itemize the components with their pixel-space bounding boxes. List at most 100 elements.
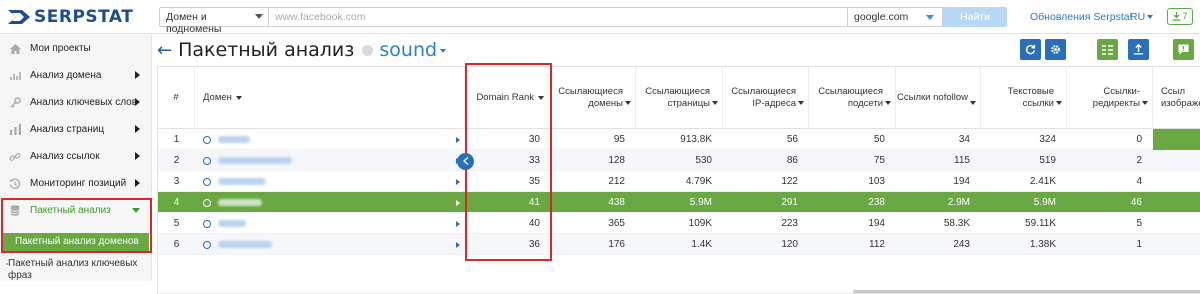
num-cell: 5 (173, 218, 180, 229)
sidebar-item-link-analysis[interactable]: Анализ ссылок (0, 143, 152, 170)
external-link-icon[interactable] (203, 240, 211, 249)
external-link-icon[interactable] (203, 177, 211, 186)
external-link-icon[interactable] (203, 156, 211, 165)
help-icon[interactable] (362, 44, 374, 56)
gear-icon (1051, 45, 1060, 54)
table-row[interactable]: 6 36 176 1.4K 120 112 243 1.38K 1 (158, 234, 1200, 255)
page-title: ← Пакетный анализ sound (157, 38, 447, 62)
main-content: ← Пакетный анализ sound # Домен Domain R… (152, 35, 1200, 294)
external-link-icon[interactable] (203, 135, 211, 144)
nofollow-cell: 34 (958, 134, 970, 145)
downloads-button[interactable]: 7 (1167, 8, 1193, 25)
redirects-cell: 5 (1136, 218, 1142, 229)
column-header-label: Ссылающиеся страницы (645, 86, 710, 109)
expand-row-icon[interactable] (456, 137, 460, 143)
column-header-ref-domains[interactable]: Ссылающиеся домены (551, 67, 636, 129)
sidebar-item-label: Анализ домена (30, 70, 102, 81)
column-header-label: Текстовые ссылки (1007, 86, 1054, 109)
column-header-image-links[interactable]: Ссыл изображе (1153, 67, 1200, 129)
ref-pages-cell: 5.9M (689, 197, 712, 208)
table-row[interactable]: 3 35 212 4.79K 122 103 194 2.41K 4 (158, 171, 1200, 192)
blurred-domain[interactable] (218, 199, 262, 206)
search-input[interactable] (269, 7, 848, 27)
search-type-select[interactable]: Домен и подномены (159, 7, 269, 35)
sort-icon (1142, 101, 1148, 105)
feedback-button[interactable] (1173, 39, 1194, 60)
sidebar-item-domain-analysis[interactable]: Анализ домена (0, 62, 152, 89)
column-header-ref-subnets[interactable]: Ссылающиеся подсети (809, 67, 896, 129)
blurred-domain[interactable] (218, 157, 292, 164)
expand-row-icon[interactable] (456, 242, 460, 248)
blurred-domain[interactable] (218, 136, 250, 143)
horizontal-scrollbar[interactable] (853, 290, 1200, 293)
column-header-label: Ссыл изображе (1161, 86, 1200, 109)
language-select[interactable]: RU (1130, 11, 1154, 23)
search-type-label: Домен и подномены (166, 11, 222, 35)
column-header-label: Ссылающиеся IP-адреса (731, 86, 796, 109)
refresh-button[interactable] (1020, 39, 1041, 60)
keyword-select[interactable]: sound (379, 39, 447, 61)
highlight-frame-domain-rank (465, 63, 552, 261)
message-icon (1178, 44, 1189, 55)
nofollow-cell: 58.3K (943, 218, 970, 229)
back-arrow-icon[interactable]: ← (157, 40, 172, 61)
domain-cell (195, 171, 465, 192)
sidebar-item-page-analysis[interactable]: Анализ страниц (0, 116, 152, 143)
bullet-icon (6, 263, 8, 265)
column-header-label: Ссылающиеся подсети (818, 86, 883, 109)
sidebar-item-label: Анализ ссылок (30, 151, 100, 162)
collapse-column-icon[interactable] (457, 153, 474, 170)
logo-text: SERPSTAT (34, 7, 134, 27)
external-link-icon[interactable] (203, 219, 211, 228)
chevron-down-icon (926, 15, 934, 20)
expand-row-icon[interactable] (456, 221, 460, 227)
domain-cell (195, 213, 465, 234)
column-header-ref-pages[interactable]: Ссылающиеся страницы (636, 67, 723, 129)
text-links-cell: 519 (1039, 155, 1056, 166)
chevron-right-icon (135, 152, 140, 160)
results-table: # Домен Domain Rank Ссылающиеся домены С… (157, 66, 1200, 294)
column-header-label: Ссылки-редиректы (1092, 86, 1140, 109)
expand-row-icon[interactable] (456, 200, 460, 206)
table-row[interactable]: 1 30 95 913.8K 56 50 34 324 0 (158, 129, 1200, 150)
redirects-cell: 4 (1136, 176, 1142, 187)
table-header: # Домен Domain Rank Ссылающиеся домены С… (158, 67, 1200, 129)
sidebar-item-rank-tracking[interactable]: Мониторинг позиций (0, 170, 152, 197)
sort-icon (235, 96, 242, 100)
blurred-domain[interactable] (218, 220, 246, 227)
column-header-domain[interactable]: Домен (195, 67, 465, 129)
column-header-number: # (158, 67, 195, 129)
blurred-domain[interactable] (218, 241, 272, 248)
table-row[interactable]: 2 33 128 530 86 75 115 519 2 (158, 150, 1200, 171)
table-row[interactable]: 4 41 438 5.9M 291 238 2.9M 5.9M 46 (158, 192, 1200, 213)
updates-link[interactable]: Обновления Serpstat (1030, 11, 1133, 23)
chevron-right-icon (135, 71, 140, 79)
settings-button[interactable] (1045, 39, 1066, 60)
sidebar-subitem-batch-keywords[interactable]: Пакетный анализ ключевых фраз (6, 258, 148, 282)
blurred-domain[interactable] (218, 178, 266, 185)
column-header-nofollow[interactable]: Ссылки nofollow (896, 67, 981, 129)
home-icon (8, 42, 22, 56)
column-header-text-links[interactable]: Текстовые ссылки (981, 67, 1067, 129)
sidebar-item-keyword-analysis[interactable]: Анализ ключевых слов (0, 89, 152, 116)
sidebar-subitem-batch-domains[interactable]: Пакетный анализ доменов (3, 233, 149, 251)
ref-subnets-cell: 103 (868, 176, 885, 187)
find-button[interactable]: Найти (943, 7, 1007, 27)
columns-icon (1102, 44, 1113, 55)
search-engine-select[interactable]: google.com (848, 7, 943, 27)
serpstat-logo[interactable]: SERPSTAT (8, 7, 133, 27)
ref-subnets-cell: 194 (868, 218, 885, 229)
nofollow-cell: 243 (953, 239, 970, 250)
columns-button[interactable] (1097, 39, 1118, 60)
column-header-redirects[interactable]: Ссылки-редиректы (1067, 67, 1153, 129)
export-button[interactable] (1128, 39, 1149, 60)
ref-pages-cell: 1.4K (691, 239, 712, 250)
external-link-icon[interactable] (203, 198, 211, 207)
sidebar-item-projects[interactable]: Мои проекты (0, 35, 152, 62)
expand-row-icon[interactable] (456, 179, 460, 185)
chevron-down-icon (1147, 15, 1154, 20)
ref-subnets-cell: 238 (868, 197, 885, 208)
table-row[interactable]: 5 40 365 109K 223 194 58.3K 59.11K 5 (158, 213, 1200, 234)
column-header-ref-ips[interactable]: Ссылающиеся IP-адреса (723, 67, 809, 129)
top-bar: SERPSTAT Домен и подномены google.com На… (0, 0, 1200, 35)
